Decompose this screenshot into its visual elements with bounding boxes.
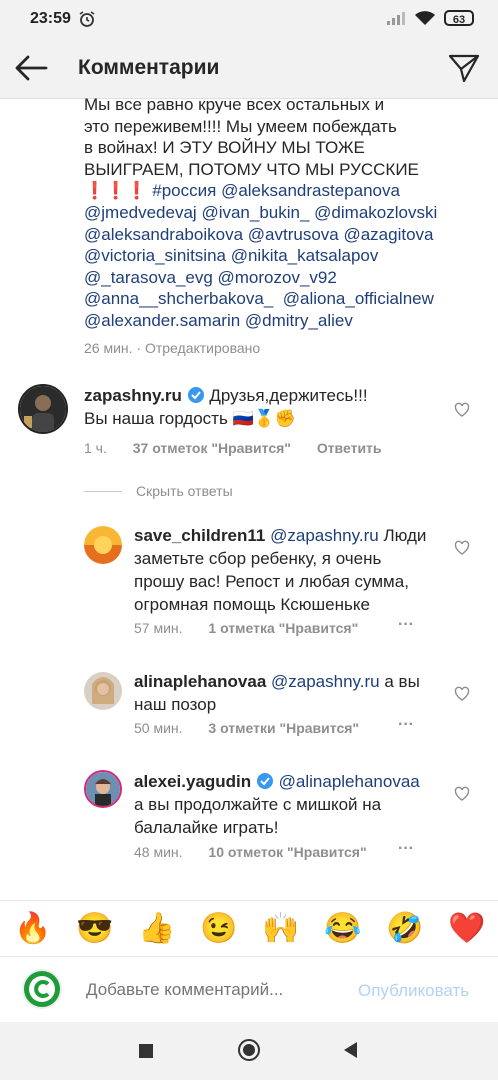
recent-apps-icon[interactable] — [139, 1044, 153, 1058]
alarm-icon — [78, 10, 96, 33]
mention-link[interactable]: @alexander.samarin — [84, 311, 240, 330]
mention-link[interactable]: @zapashny.ru — [270, 526, 379, 545]
likes-count[interactable]: 10 отметок "Нравится" — [208, 844, 366, 860]
battery-icon: 63 — [444, 10, 474, 26]
thumbs-up-emoji-icon[interactable]: 👍 — [138, 911, 175, 946]
heart-outline-icon[interactable] — [454, 686, 470, 707]
raised-hands-emoji-icon[interactable]: 🙌 — [262, 911, 299, 946]
publish-button[interactable]: Опубликовать — [358, 981, 469, 1001]
back-triangle-icon[interactable] — [342, 1041, 358, 1064]
more-icon[interactable]: ··· — [398, 616, 414, 634]
heart-outline-icon[interactable] — [454, 402, 470, 423]
home-icon[interactable] — [238, 1039, 260, 1061]
mention-link[interactable]: @alinaplehanovaa — [279, 772, 420, 791]
comment-text: Вы наша гордость 🇷🇺🥇✊ — [84, 409, 297, 428]
reply-time: 50 мин. — [134, 720, 183, 736]
comment-input-bar: Опубликовать — [0, 956, 498, 1023]
divider — [84, 490, 122, 492]
mention-link[interactable]: @dmitry_aliev — [245, 311, 353, 330]
reply: alinaplehanovaa @zapashny.ru а вы наш по… — [0, 666, 498, 742]
reply-username[interactable]: alinaplehanovaa — [134, 672, 266, 691]
fire-emoji-icon[interactable]: 🔥 — [14, 911, 51, 946]
reply: save_children11 @zapashny.ru Люди заметь… — [0, 520, 498, 640]
avatar[interactable] — [18, 384, 68, 434]
android-nav-bar — [0, 1022, 498, 1080]
quick-emoji-bar: 🔥 😎 👍 😉 🙌 😂 🤣 ❤️ — [0, 900, 498, 957]
page-title: Комментарии — [78, 56, 220, 79]
caption-text: Мы все равно круче всех остальных и это … — [84, 94, 484, 359]
verified-badge-icon — [187, 387, 204, 403]
hide-replies[interactable]: Скрыть ответы — [84, 480, 233, 502]
rofl-emoji-icon[interactable]: 🤣 — [386, 911, 423, 946]
more-icon[interactable]: ··· — [398, 716, 414, 734]
reply: alexei.yagudin @alinaplehanovaa а вы про… — [0, 766, 498, 866]
mention-link[interactable]: @jmedvedevaj — [84, 203, 197, 222]
mention-link[interactable]: @aleksandrastepanova — [221, 181, 400, 200]
status-icons: 63 — [386, 10, 474, 26]
mention-link[interactable]: @_tarasova_evg — [84, 268, 213, 287]
mention-link[interactable]: @ivan_bukin_ — [201, 203, 309, 222]
mention-link[interactable]: @aliona_officialnew — [283, 289, 434, 308]
verified-badge-icon — [256, 773, 273, 789]
heart-outline-icon[interactable] — [454, 540, 470, 561]
status-time: 23:59 — [30, 10, 71, 27]
mention-link[interactable]: @anna__shcherbakova_ — [84, 289, 273, 308]
comment-username[interactable]: zapashny.ru — [84, 386, 182, 405]
reply-time: 48 мин. — [134, 844, 183, 860]
top-header: Комментарии — [0, 40, 498, 99]
mention-link[interactable]: @dimakozlovski — [314, 203, 437, 222]
reply-username[interactable]: alexei.yagudin — [134, 772, 251, 791]
more-icon[interactable]: ··· — [398, 840, 414, 858]
mention-link[interactable]: @morozov_v92 — [218, 268, 337, 287]
caption-meta: 26 мин. · Отредактировано — [84, 339, 261, 356]
reply-username[interactable]: save_children11 — [134, 526, 265, 545]
mention-link[interactable]: @nikita_katsalapov — [231, 246, 379, 265]
likes-count[interactable]: 3 отметки "Нравится" — [208, 720, 359, 736]
likes-count[interactable]: 1 отметка "Нравится" — [208, 620, 358, 636]
comment-time: 1 ч. — [84, 440, 107, 456]
avatar[interactable] — [84, 770, 122, 808]
status-bar: 23:59 63 — [0, 0, 498, 40]
mention-link[interactable]: @azagitova — [343, 225, 433, 244]
user-avatar — [22, 969, 62, 1009]
mention-link[interactable]: @victoria_sinitsina — [84, 246, 226, 265]
send-direct-icon[interactable] — [448, 53, 480, 88]
wink-emoji-icon[interactable]: 😉 — [200, 911, 237, 946]
sunglasses-emoji-icon[interactable]: 😎 — [76, 911, 113, 946]
reply-button[interactable]: Ответить — [317, 440, 382, 456]
mention-link[interactable]: @zapashny.ru — [271, 672, 380, 691]
avatar[interactable] — [84, 526, 122, 564]
comment: zapashny.ru Друзья,держитесь!!! Вы наша … — [0, 378, 498, 464]
wifi-icon — [415, 11, 435, 25]
avatar[interactable] — [84, 672, 122, 710]
red-heart-emoji-icon[interactable]: ❤️ — [448, 911, 485, 946]
hashtag-link[interactable]: #россия — [152, 181, 216, 200]
tears-of-joy-emoji-icon[interactable]: 😂 — [324, 911, 361, 946]
comment-input[interactable] — [84, 973, 348, 1007]
signal-icon — [387, 12, 405, 25]
likes-count[interactable]: 37 отметок "Нравится" — [133, 440, 291, 456]
comment-text: Друзья,держитесь!!! — [209, 386, 368, 405]
heart-outline-icon[interactable] — [454, 786, 470, 807]
reply-time: 57 мин. — [134, 620, 183, 636]
mention-link[interactable]: @avtrusova — [248, 225, 339, 244]
back-arrow-icon[interactable] — [14, 54, 48, 87]
mention-link[interactable]: @aleksandraboikova — [84, 225, 243, 244]
